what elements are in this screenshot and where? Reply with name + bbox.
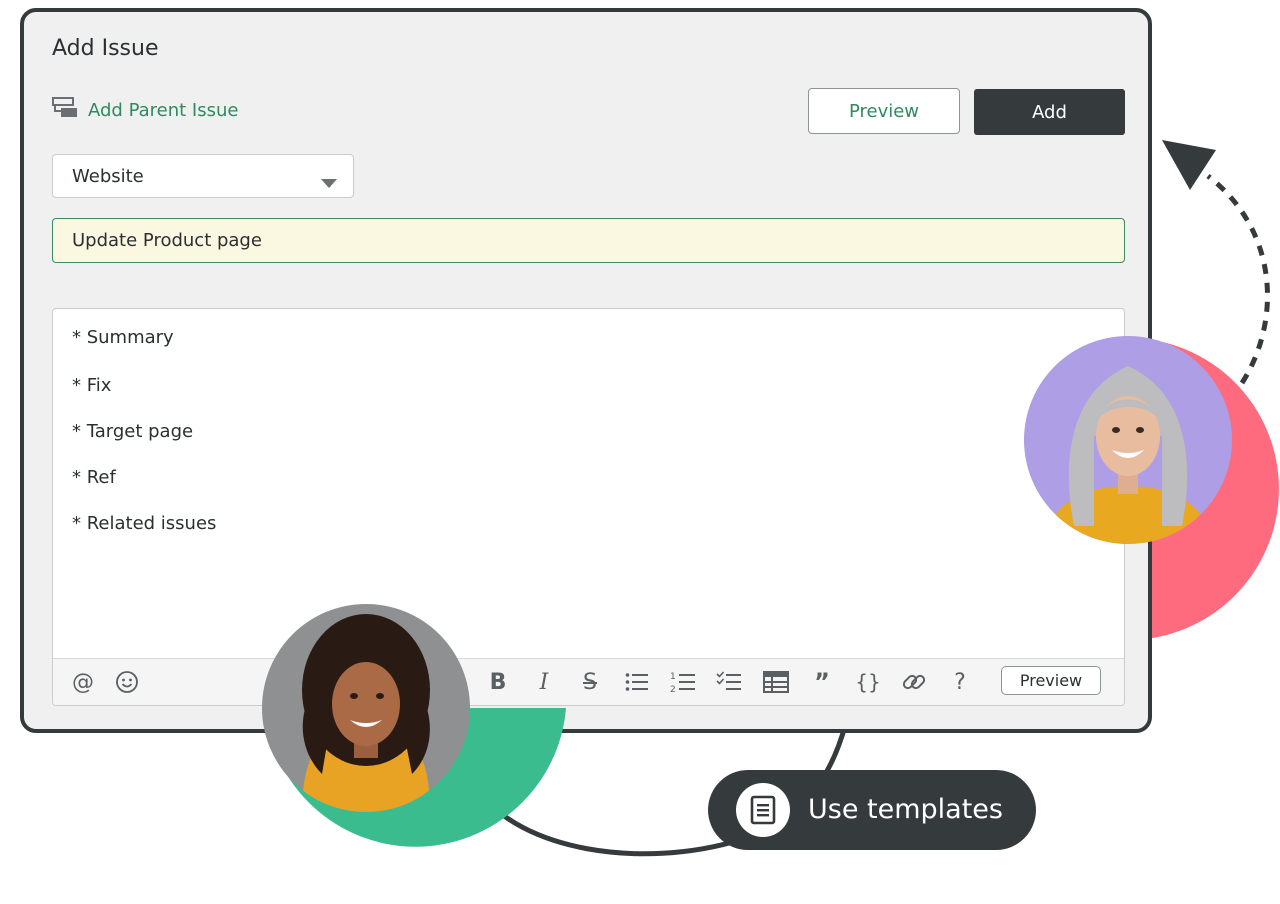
use-templates-badge[interactable]: Use templates [708, 770, 1036, 850]
document-icon [736, 783, 790, 837]
avatar-user-right [1024, 336, 1232, 544]
avatar-user-left [262, 604, 470, 812]
use-templates-label: Use templates [808, 794, 1003, 825]
